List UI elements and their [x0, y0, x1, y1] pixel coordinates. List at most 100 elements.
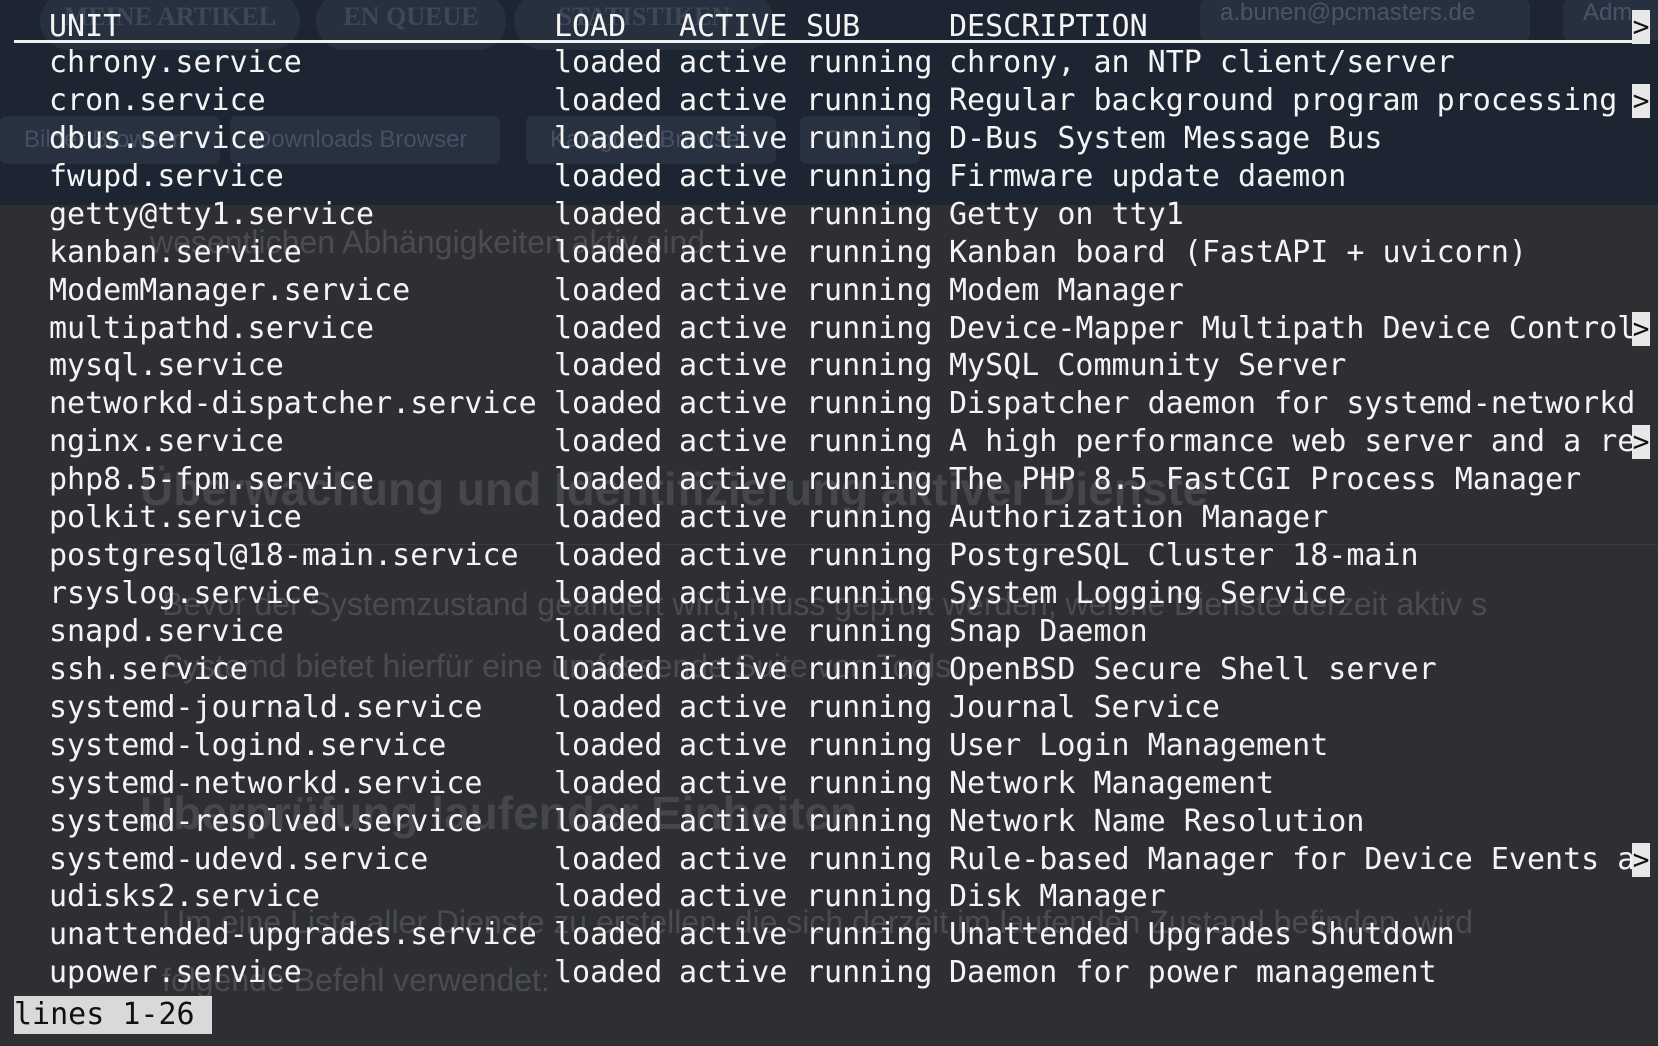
load-state: loaded	[554, 234, 663, 270]
unit-name: multipathd.service	[49, 310, 375, 346]
load-state: loaded	[554, 348, 663, 384]
active-state: active	[679, 765, 788, 801]
active-state: active	[679, 538, 788, 574]
table-row: ssh.service loaded active running OpenBSD Se…	[0, 651, 1658, 689]
load-state: loaded	[554, 879, 663, 915]
sub-state: running	[806, 500, 933, 536]
sub-state: running	[806, 348, 933, 384]
active-state: active	[679, 386, 788, 422]
sub-state: running	[806, 613, 933, 649]
table-row: ModemManager.service loaded active running M…	[0, 272, 1658, 310]
table-row: php8.5-fpm.service loaded active running The…	[0, 461, 1658, 499]
unit-name: nginx.service	[49, 424, 284, 460]
pager-cursor	[194, 996, 212, 1034]
load-state: loaded	[554, 158, 663, 194]
table-row: snapd.service loaded active running Snap Dae…	[0, 613, 1658, 651]
load-state: loaded	[554, 955, 663, 991]
active-state: active	[679, 917, 788, 953]
table-row: mysql.service loaded active running MySQL Co…	[0, 347, 1658, 385]
load-state: loaded	[554, 803, 663, 839]
unit-name: dbus.service	[49, 120, 266, 156]
unit-name: ModemManager.service	[49, 272, 411, 308]
load-state: loaded	[554, 196, 663, 232]
table-row: chrony.service loaded active running chrony,…	[0, 44, 1658, 82]
load-state: loaded	[554, 576, 663, 612]
sub-state: running	[806, 576, 933, 612]
load-state: loaded	[554, 538, 663, 574]
load-state: loaded	[554, 462, 663, 498]
sub-state: running	[806, 310, 933, 346]
unit-description: System Logging Service	[949, 576, 1347, 612]
active-state: active	[679, 272, 788, 308]
active-state: active	[679, 651, 788, 687]
table-row: dbus.service loaded active running D-Bus Sys…	[0, 120, 1658, 158]
truncation-marker: >	[1632, 83, 1650, 118]
unit-name: systemd-logind.service	[49, 727, 447, 763]
truncation-marker: >	[1632, 425, 1650, 460]
sub-state: running	[806, 120, 933, 156]
active-state: active	[679, 348, 788, 384]
unit-name: networkd-dispatcher.service	[49, 386, 537, 422]
unit-description: Journal Service	[949, 689, 1220, 725]
sub-state: running	[806, 917, 933, 953]
sub-state: running	[806, 158, 933, 194]
load-state: loaded	[554, 310, 663, 346]
unit-name: unattended-upgrades.service	[49, 917, 537, 953]
header-truncation-marker: >	[1632, 10, 1650, 44]
unit-description: Firmware update daemon	[949, 158, 1347, 194]
unit-name: mysql.service	[49, 348, 284, 384]
load-state: loaded	[554, 841, 663, 877]
unit-description: Disk Manager	[949, 879, 1166, 915]
unit-name: cron.service	[49, 82, 266, 118]
unit-description: Dispatcher daemon for systemd-networkd	[949, 386, 1636, 422]
sub-state: running	[806, 462, 933, 498]
unit-description: D-Bus System Message Bus	[949, 120, 1383, 156]
active-state: active	[679, 196, 788, 232]
unit-description: Snap Daemon	[949, 613, 1148, 649]
unit-name: systemd-udevd.service	[49, 841, 429, 877]
table-row: postgresql@18-main.service loaded active ru…	[0, 537, 1658, 575]
unit-description: Regular background program processing	[949, 82, 1618, 118]
load-state: loaded	[554, 45, 663, 80]
unit-description: Device-Mapper Multipath Device Control	[949, 310, 1636, 346]
screen: MEINE ARTIKEL EN QUEUE STATISTIKEN a.bun…	[0, 0, 1658, 1046]
load-state: loaded	[554, 765, 663, 801]
sub-state: running	[806, 538, 933, 574]
active-state: active	[679, 955, 788, 991]
active-state: active	[679, 310, 788, 346]
unit-name: snapd.service	[49, 613, 284, 649]
unit-description: Modem Manager	[949, 272, 1184, 308]
sub-state: running	[806, 234, 933, 270]
active-state: active	[679, 500, 788, 536]
terminal-pager[interactable]: UNIT LOAD ACTIVE SUB DESCRIPTION > chron…	[0, 0, 1658, 1046]
pager-status-line: lines 1-26	[14, 996, 195, 1034]
active-state: active	[679, 689, 788, 725]
active-state: active	[679, 158, 788, 194]
sub-state: running	[806, 955, 933, 991]
table-row: upower.service loaded active running Daemon …	[0, 954, 1658, 992]
active-state: active	[679, 234, 788, 270]
unit-description: Daemon for power management	[949, 955, 1437, 991]
sub-state: running	[806, 651, 933, 687]
sub-state: running	[806, 82, 933, 118]
unit-name: ssh.service	[49, 651, 248, 687]
active-state: active	[679, 462, 788, 498]
active-state: active	[679, 82, 788, 118]
unit-name: kanban.service	[49, 234, 302, 270]
table-row: polkit.service loaded active running Authori…	[0, 499, 1658, 537]
sub-state: running	[806, 196, 933, 232]
table-row: kanban.service loaded active running Kanban …	[0, 234, 1658, 272]
sub-state: running	[806, 424, 933, 460]
unit-name: systemd-networkd.service	[49, 765, 483, 801]
sub-state: running	[806, 765, 933, 801]
table-row: networkd-dispatcher.service loaded active r…	[0, 385, 1658, 423]
unit-description: PostgreSQL Cluster 18-main	[949, 538, 1419, 574]
unit-description: Unattended Upgrades Shutdown	[949, 917, 1455, 953]
load-state: loaded	[554, 500, 663, 536]
sub-state: running	[806, 689, 933, 725]
sub-state: running	[806, 45, 933, 80]
table-row: rsyslog.service loaded active running System…	[0, 575, 1658, 613]
sub-state: running	[806, 272, 933, 308]
unit-description: Network Name Resolution	[949, 803, 1365, 839]
active-state: active	[679, 120, 788, 156]
